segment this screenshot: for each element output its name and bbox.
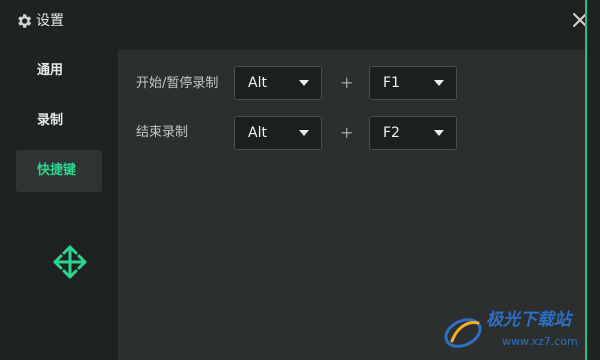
- gear-icon: [18, 14, 32, 28]
- sidebar-item-general[interactable]: 通用: [16, 50, 102, 92]
- title-bar: 设置: [0, 0, 600, 44]
- stop-recording-label: 结束录制: [136, 125, 189, 140]
- sidebar-item-label: 录制: [37, 113, 64, 128]
- watermark-name: 极光下载站: [486, 310, 571, 330]
- select-value: Alt: [248, 75, 267, 91]
- watermark-url: www.xz7.com: [502, 335, 578, 348]
- move-arrows-icon[interactable]: [51, 243, 89, 281]
- plus-sign: +: [340, 123, 354, 142]
- sidebar-item-recording[interactable]: 录制: [16, 100, 102, 142]
- window-title: 设置: [36, 13, 64, 29]
- select-value: F2: [383, 125, 400, 141]
- stop-modifier-select[interactable]: Alt: [234, 116, 322, 150]
- select-value: F1: [383, 75, 400, 91]
- caret-down-icon: [299, 130, 309, 136]
- start-pause-label: 开始/暂停录制: [136, 76, 219, 91]
- caret-down-icon: [299, 80, 309, 86]
- accent-border: [585, 0, 587, 360]
- start-pause-key-select[interactable]: F1: [369, 66, 457, 100]
- sidebar-item-label: 快捷键: [37, 163, 77, 178]
- plus-sign: +: [340, 73, 354, 92]
- watermark-logo: [444, 318, 482, 348]
- sidebar-item-shortcuts[interactable]: 快捷键: [16, 150, 102, 192]
- caret-down-icon: [434, 80, 444, 86]
- stop-key-select[interactable]: F2: [369, 116, 457, 150]
- watermark: 极光下载站 www.xz7.com: [442, 307, 592, 353]
- caret-down-icon: [434, 130, 444, 136]
- sidebar-item-label: 通用: [37, 63, 64, 78]
- select-value: Alt: [248, 125, 267, 141]
- sidebar: 通用 录制 快捷键: [0, 44, 118, 360]
- start-pause-modifier-select[interactable]: Alt: [234, 66, 322, 100]
- close-icon[interactable]: [570, 10, 590, 30]
